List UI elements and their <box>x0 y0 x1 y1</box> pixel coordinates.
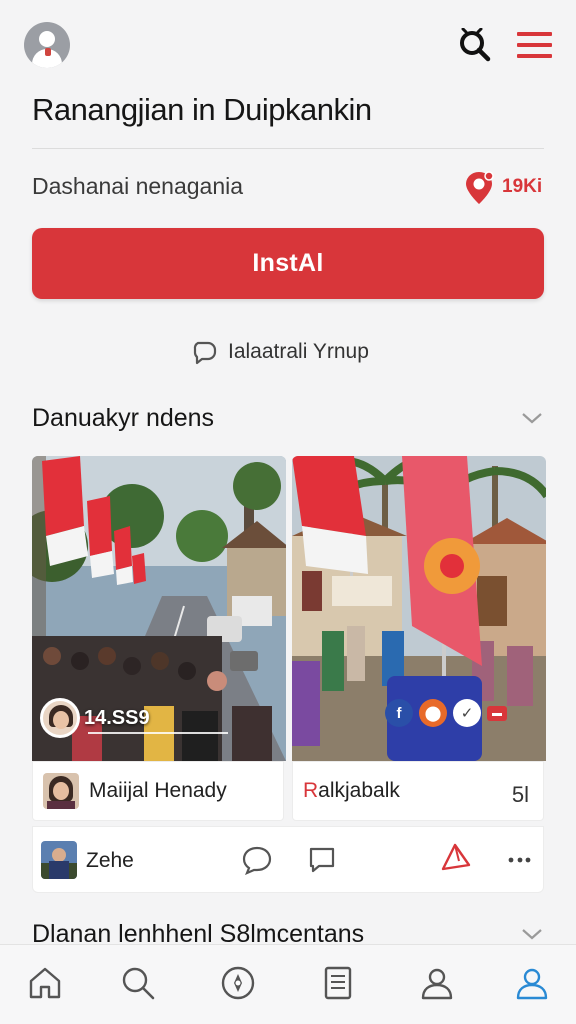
section-title-trending: Danuakyr ndens <box>32 404 215 432</box>
avatar-head-shape <box>39 31 55 47</box>
group-link-label: Ialaatrali Yrnup <box>228 340 369 363</box>
author-avatar <box>43 773 79 809</box>
page-title: Ranangjian in Duipkankin <box>32 92 372 127</box>
progress-line <box>88 732 228 734</box>
tag-icon[interactable]: ▬ <box>487 705 507 721</box>
install-button[interactable]: InstAl <box>32 228 544 299</box>
photo-card-left[interactable]: 14.SS9 <box>32 456 286 761</box>
post-avatar <box>41 841 77 879</box>
profile-avatar-button[interactable] <box>24 22 70 68</box>
more-options-icon[interactable] <box>507 853 533 867</box>
hamburger-menu-icon[interactable] <box>514 28 554 64</box>
chevron-down-icon[interactable] <box>520 926 544 942</box>
send-icon[interactable] <box>439 841 473 875</box>
post-author-name: Zehe <box>86 849 134 872</box>
chat-bubble-icon <box>193 341 217 365</box>
compass-icon[interactable] <box>218 963 258 1003</box>
share-icons-row: f ⬤ ✓ ▬ <box>385 695 507 731</box>
author-name: Maiijal Henady <box>89 779 227 802</box>
avatar-accent <box>45 48 51 56</box>
host-avatar <box>40 698 80 738</box>
profile-icon[interactable] <box>417 963 457 1003</box>
top-bar <box>0 0 576 90</box>
search-icon[interactable] <box>456 28 492 64</box>
title-divider <box>32 148 544 149</box>
facebook-icon[interactable]: f <box>385 699 413 727</box>
home-icon[interactable] <box>25 963 65 1003</box>
location-pin-icon[interactable] <box>462 170 496 206</box>
check-icon[interactable]: ✓ <box>453 699 481 727</box>
chevron-down-icon[interactable] <box>520 410 544 426</box>
bottom-navigation <box>0 944 576 1024</box>
message-square-icon[interactable] <box>307 845 337 875</box>
group-link[interactable]: Ialaatrali Yrnup <box>192 336 369 368</box>
account-icon[interactable] <box>512 963 552 1003</box>
location-count: 19Ki <box>502 176 543 197</box>
document-icon[interactable] <box>318 963 358 1003</box>
author-card-left[interactable]: Maiijal Henady <box>32 761 284 821</box>
viewer-count: 14.SS9 <box>84 706 150 729</box>
comment-bubble-icon[interactable] <box>241 845 273 875</box>
search-icon[interactable] <box>118 963 158 1003</box>
post-card[interactable]: Zehe <box>32 826 544 893</box>
author-name-right: Ralkjabalk <box>303 779 400 802</box>
author-card-right[interactable]: Ralkjabalk 5l <box>292 761 544 821</box>
summary-subtitle: Dashanai nenagania <box>32 173 244 199</box>
orange-badge-icon[interactable]: ⬤ <box>419 699 447 727</box>
live-viewer-badge: 14.SS9 <box>40 696 228 740</box>
comment-count: 5l <box>511 782 529 807</box>
